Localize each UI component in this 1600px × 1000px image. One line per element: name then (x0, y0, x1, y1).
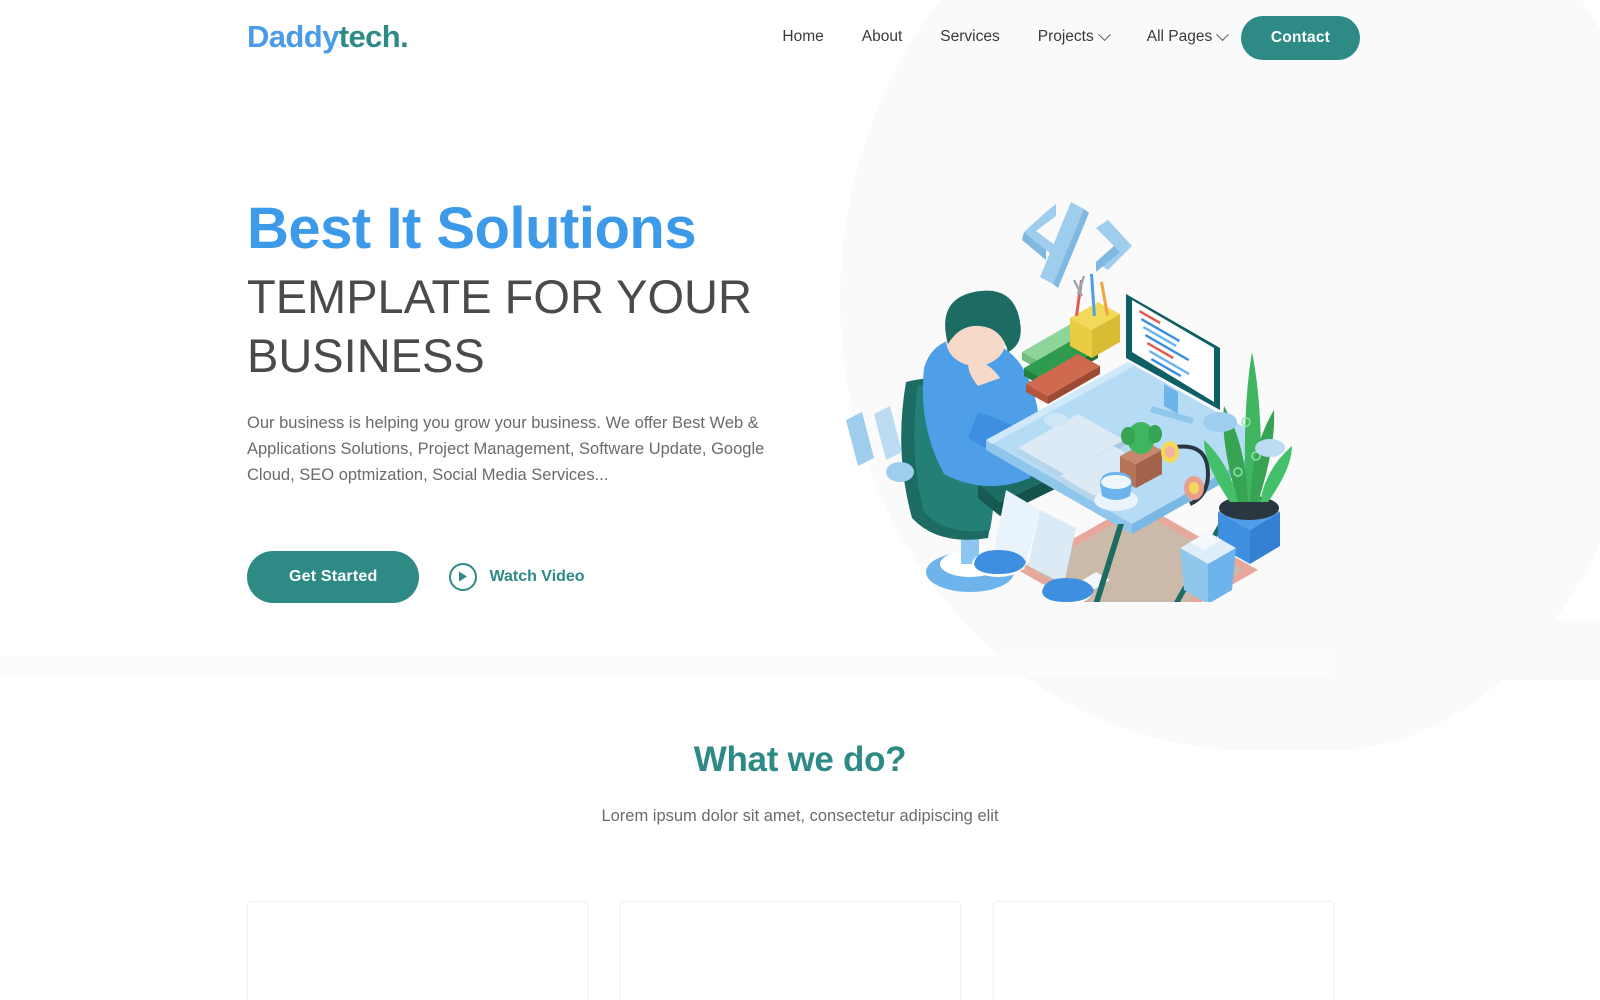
watch-video-button[interactable]: Watch Video (449, 562, 585, 591)
brand-logo[interactable]: Daddytech. (247, 19, 409, 55)
nav-item-all-pages-label: All Pages (1146, 28, 1213, 45)
service-card[interactable] (247, 901, 588, 1000)
hero-title-rest: TEMPLATE FOR YOUR BUSINESS (247, 270, 752, 382)
section-title: What we do? (693, 740, 907, 779)
chevron-down-icon (1216, 27, 1230, 41)
hero-diagonal-shape (1180, 620, 1600, 680)
nav-item-home[interactable]: Home (763, 28, 842, 46)
brand-logo-part2: tech. (338, 19, 409, 54)
hero-paragraph: Our business is helping you grow your bu… (247, 413, 765, 485)
main-navigation: Home About Services Projects All Pages B… (763, 27, 1323, 46)
nav-item-services-label: Services (940, 28, 1000, 45)
hero-actions: Get Started Watch Video (247, 550, 787, 603)
hero-content: Best It Solutions TEMPLATE FOR YOUR BUSI… (247, 200, 787, 603)
hero-illustration-developer-workspace (828, 172, 1298, 602)
what-we-do-section: What we do? Lorem ipsum dolor sit amet, … (0, 740, 1600, 1000)
code-bracket-decoration (1022, 202, 1132, 288)
service-cards (247, 901, 1334, 1000)
service-card[interactable] (620, 901, 961, 1000)
nav-item-projects-label: Projects (1037, 28, 1094, 45)
nav-item-about[interactable]: About (843, 28, 922, 46)
nav-item-projects[interactable]: Projects (1019, 27, 1128, 46)
watch-video-label: Watch Video (489, 567, 585, 585)
section-subtitle: Lorem ipsum dolor sit amet, consectetur … (601, 807, 999, 825)
site-header: Daddytech. Home About Services Projects … (0, 0, 1600, 78)
nav-item-home-label: Home (782, 28, 824, 45)
hero-title-accent: Best It Solutions (247, 196, 697, 261)
brand-logo-part1: Daddy (247, 19, 339, 54)
chevron-down-icon (1097, 27, 1111, 41)
nav-item-services[interactable]: Services (921, 28, 1018, 46)
nav-item-all-pages[interactable]: All Pages (1128, 27, 1246, 46)
play-icon (449, 562, 478, 591)
nav-item-about-label: About (861, 28, 903, 45)
service-card[interactable] (993, 901, 1334, 1000)
contact-button[interactable]: Contact (1240, 16, 1360, 60)
get-started-button[interactable]: Get Started (247, 550, 420, 603)
landing-page: Daddytech. Home About Services Projects … (0, 0, 1600, 1000)
